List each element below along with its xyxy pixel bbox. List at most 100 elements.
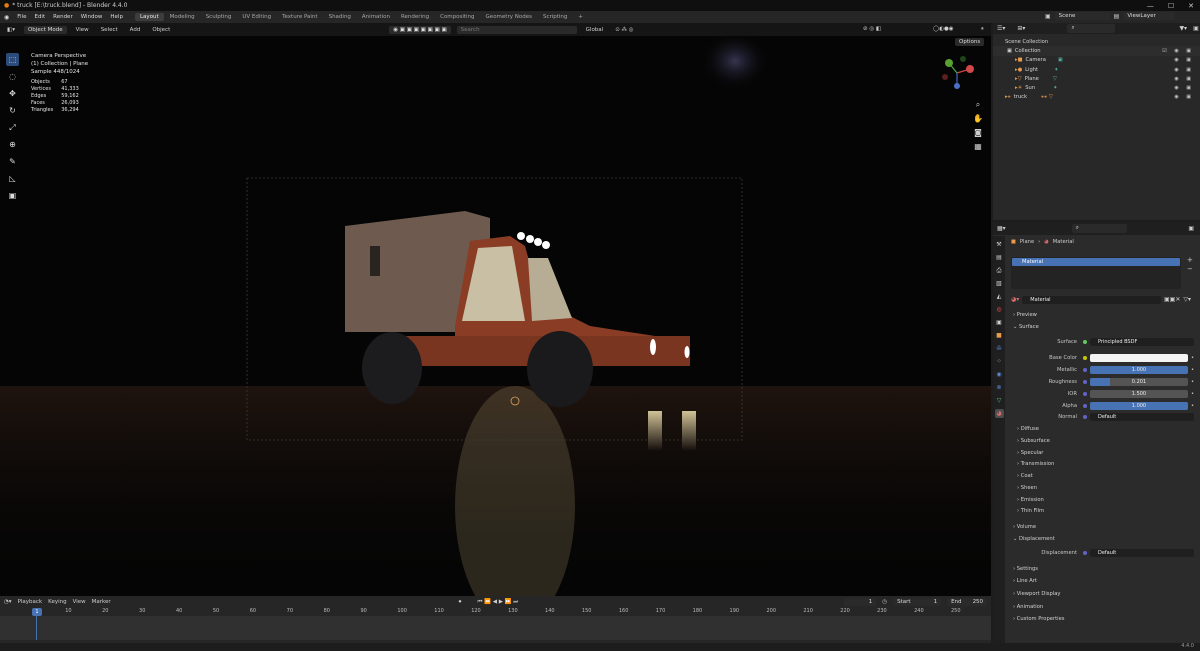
tool-tab-icon[interactable]: ⚒: [995, 240, 1004, 249]
outliner-search[interactable]: ⌕: [1067, 24, 1116, 33]
menu-select[interactable]: Select: [98, 26, 121, 34]
visibility-toggles[interactable]: ◉ ▣: [1174, 67, 1194, 73]
3d-viewport[interactable]: ◧▾ Object Mode View Select Add Object ◉ …: [0, 23, 991, 596]
properties-search[interactable]: ⌕: [1071, 224, 1127, 233]
particles-tab-icon[interactable]: ⁘: [995, 357, 1004, 366]
world-tab-icon[interactable]: ◍: [995, 305, 1004, 314]
section-surface[interactable]: ⌄ Surface: [1013, 324, 1039, 330]
section-viewport-display[interactable]: › Viewport Display: [1013, 591, 1060, 597]
view-layer-tab-icon[interactable]: ▧: [995, 279, 1004, 288]
visibility-toggles[interactable]: ◉ ▣: [1174, 94, 1194, 100]
menu-window[interactable]: Window: [77, 14, 107, 20]
section-transmission[interactable]: › Transmission: [1017, 461, 1054, 467]
ortho-toggle-icon[interactable]: ▦: [973, 142, 983, 152]
menu-edit[interactable]: Edit: [30, 14, 49, 20]
menu-add[interactable]: Add: [127, 26, 144, 34]
base-color-swatch[interactable]: [1090, 354, 1188, 362]
playhead[interactable]: 1: [32, 608, 42, 616]
zoom-icon[interactable]: ⌕: [973, 100, 983, 110]
roughness-slider[interactable]: 0.201: [1090, 378, 1188, 386]
tab-animation[interactable]: Animation: [357, 13, 395, 21]
menu-view[interactable]: View: [73, 26, 92, 34]
tab-geometry-nodes[interactable]: Geometry Nodes: [481, 13, 537, 21]
material-tab-icon[interactable]: ◕: [994, 409, 1004, 418]
visibility-toggles[interactable]: ◉ ▣: [1174, 57, 1194, 63]
keyframe-dot-icon[interactable]: •: [1191, 391, 1194, 397]
normal-field[interactable]: Default: [1090, 413, 1194, 421]
material-name-field[interactable]: Material: [1022, 295, 1161, 304]
outliner-item-sun[interactable]: ▸☀ Sun ✦ ◉ ▣: [993, 83, 1200, 92]
collection-tab-icon[interactable]: ▣: [995, 318, 1004, 327]
material-browse-icon[interactable]: ◕▾: [1011, 296, 1019, 303]
section-thin-film[interactable]: › Thin Film: [1017, 508, 1044, 514]
material-filter-icon[interactable]: ▽▾: [1183, 296, 1191, 303]
output-tab-icon[interactable]: ⎙: [995, 266, 1004, 275]
tab-texture-paint[interactable]: Texture Paint: [277, 13, 323, 21]
section-emission[interactable]: › Emission: [1017, 497, 1044, 503]
data-tab-icon[interactable]: ▽: [995, 396, 1004, 405]
metallic-slider[interactable]: 1.000: [1090, 366, 1188, 374]
navigation-gizmo[interactable]: [937, 53, 977, 93]
displacement-field[interactable]: Default: [1090, 549, 1194, 557]
section-specular[interactable]: › Specular: [1017, 450, 1043, 456]
cursor-tool-icon[interactable]: ◌: [6, 70, 19, 83]
visibility-toggles[interactable]: ☑ ◉ ▣: [1162, 48, 1194, 54]
outliner-item-collection[interactable]: ▣ Collection ☑ ◉ ▣: [993, 46, 1200, 56]
minimize-button[interactable]: —: [1147, 2, 1154, 10]
editor-type-button[interactable]: ◧▾: [4, 26, 18, 34]
modifier-tab-icon[interactable]: ✇: [995, 344, 1004, 353]
outliner-item-camera[interactable]: ▸■ Camera ▣ ◉ ▣: [993, 56, 1200, 65]
viewport-pause-icon[interactable]: ⏸: [978, 25, 987, 34]
object-tab-icon[interactable]: ■: [995, 331, 1004, 340]
keyframe-dot-icon[interactable]: •: [1191, 379, 1194, 385]
add-workspace-button[interactable]: +: [573, 13, 588, 21]
render-tab-icon[interactable]: ▤: [995, 253, 1004, 262]
section-diffuse[interactable]: › Diffuse: [1017, 426, 1039, 432]
rotate-tool-icon[interactable]: ↻: [6, 104, 19, 117]
maximize-button[interactable]: ☐: [1168, 2, 1174, 10]
outliner-item-truck[interactable]: ▸⚹ truck ⚹⚹ ▽ ◉ ▣: [993, 93, 1200, 102]
constraints-tab-icon[interactable]: ⊗: [995, 383, 1004, 392]
scene-tab-icon[interactable]: ◭: [995, 292, 1004, 301]
tab-shading[interactable]: Shading: [324, 13, 356, 21]
properties-editor-icon[interactable]: ▦▾: [997, 225, 1006, 232]
tab-compositing[interactable]: Compositing: [435, 13, 479, 21]
menu-help[interactable]: Help: [106, 14, 127, 20]
section-subsurface[interactable]: › Subsurface: [1017, 438, 1050, 444]
filter-toggles[interactable]: ◉ ▣ ▣ ▣ ▣ ▣ ▣ ▣: [389, 25, 451, 34]
section-line-art[interactable]: › Line Art: [1013, 578, 1037, 584]
properties-options-icon[interactable]: ▣: [1188, 225, 1194, 232]
section-sheen[interactable]: › Sheen: [1017, 485, 1037, 491]
annotate-tool-icon[interactable]: ✎: [6, 155, 19, 168]
close-button[interactable]: ✕: [1188, 2, 1194, 10]
ior-field[interactable]: 1.500: [1090, 390, 1188, 398]
keyframe-dot-icon[interactable]: •: [1191, 367, 1194, 373]
timeline-track[interactable]: [0, 616, 991, 640]
options-button[interactable]: Options: [955, 38, 985, 46]
add-cube-tool-icon[interactable]: ▣: [6, 189, 19, 202]
section-animation[interactable]: › Animation: [1013, 604, 1043, 610]
tab-uv-editing[interactable]: UV Editing: [237, 13, 276, 21]
outliner-item-light[interactable]: ▸● Light ✦ ◉ ▣: [993, 65, 1200, 74]
move-tool-icon[interactable]: ✥: [6, 87, 19, 100]
menu-object[interactable]: Object: [149, 26, 173, 34]
viewport-search[interactable]: Search: [456, 25, 577, 34]
section-custom-properties[interactable]: › Custom Properties: [1013, 616, 1064, 622]
mode-selector[interactable]: Object Mode: [23, 25, 67, 34]
outliner-editor-icon[interactable]: ☰▾: [997, 25, 1005, 32]
tab-layout[interactable]: Layout: [134, 13, 164, 21]
blender-menu-icon[interactable]: ◉: [0, 14, 13, 21]
visibility-toggles[interactable]: ◉ ▣: [1174, 85, 1194, 91]
pan-hand-icon[interactable]: ✋: [973, 114, 983, 124]
filter-icon[interactable]: ⊞▾: [1017, 25, 1025, 32]
section-coat[interactable]: › Coat: [1017, 473, 1033, 479]
outliner-item-plane[interactable]: ▸▽ Plane ▽ ◉ ▣: [993, 74, 1200, 83]
measure-tool-icon[interactable]: ◺: [6, 172, 19, 185]
menu-file[interactable]: File: [13, 14, 30, 20]
outliner-filter-icon[interactable]: ▼▾: [1179, 25, 1187, 32]
section-displacement[interactable]: ⌄ Displacement: [1013, 536, 1055, 542]
view-layer-selector[interactable]: ViewLayer: [1123, 12, 1176, 20]
surface-shader-field[interactable]: Principled BSDF: [1090, 338, 1194, 346]
new-collection-icon[interactable]: ▣: [1193, 25, 1199, 32]
section-preview[interactable]: › Preview: [1013, 312, 1037, 318]
